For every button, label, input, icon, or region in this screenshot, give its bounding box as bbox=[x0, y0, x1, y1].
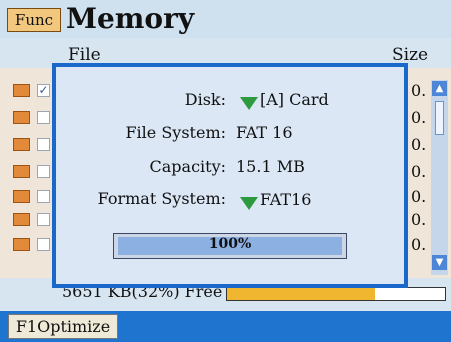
column-header-file[interactable]: File bbox=[68, 45, 101, 65]
row-checkbox[interactable] bbox=[37, 165, 50, 178]
row-size: 0. bbox=[411, 108, 427, 127]
file-icon bbox=[13, 111, 30, 124]
row-size: 0. bbox=[411, 235, 427, 254]
progress-text: 100% bbox=[208, 236, 252, 252]
file-icon bbox=[13, 138, 30, 151]
optimize-button[interactable]: F1Optimize bbox=[8, 314, 118, 339]
file-icon bbox=[13, 165, 30, 178]
arrow-down-icon[interactable]: ▼ bbox=[432, 255, 447, 270]
triangle-down-icon[interactable] bbox=[240, 197, 258, 210]
file-system-value: FAT 16 bbox=[236, 123, 293, 142]
file-system-label: File System: bbox=[125, 123, 226, 142]
func-button[interactable]: Func bbox=[7, 8, 61, 32]
file-icon bbox=[13, 190, 30, 203]
column-header-size[interactable]: Size bbox=[392, 45, 428, 65]
row-checkbox[interactable] bbox=[37, 111, 50, 124]
capacity-value: 15.1 MB bbox=[236, 157, 305, 176]
free-space-fill bbox=[227, 288, 375, 300]
row-size: 0. bbox=[411, 81, 427, 100]
row-size: 0. bbox=[411, 162, 427, 181]
page-title: Memory bbox=[66, 2, 195, 35]
row-checkbox[interactable] bbox=[37, 238, 50, 251]
file-icon bbox=[13, 84, 30, 97]
row-size: 0. bbox=[411, 187, 427, 206]
disk-dropdown[interactable]: [A] Card bbox=[260, 90, 329, 109]
disk-label: Disk: bbox=[184, 90, 226, 109]
file-icon bbox=[13, 238, 30, 251]
format-system-dropdown[interactable]: FAT16 bbox=[260, 190, 311, 209]
arrow-up-icon[interactable]: ▲ bbox=[432, 81, 447, 96]
capacity-label: Capacity: bbox=[149, 157, 227, 176]
file-icon bbox=[13, 213, 30, 226]
row-size: 0. bbox=[411, 210, 427, 229]
row-checkbox[interactable] bbox=[37, 138, 50, 151]
scroll-thumb[interactable] bbox=[435, 101, 444, 135]
row-size: 0. bbox=[411, 135, 427, 154]
format-system-label: Format System: bbox=[97, 189, 226, 208]
row-checkbox[interactable] bbox=[37, 190, 50, 203]
row-checkbox[interactable] bbox=[37, 213, 50, 226]
row-checkbox[interactable]: ✓ bbox=[37, 84, 50, 97]
triangle-down-icon[interactable] bbox=[240, 97, 258, 110]
